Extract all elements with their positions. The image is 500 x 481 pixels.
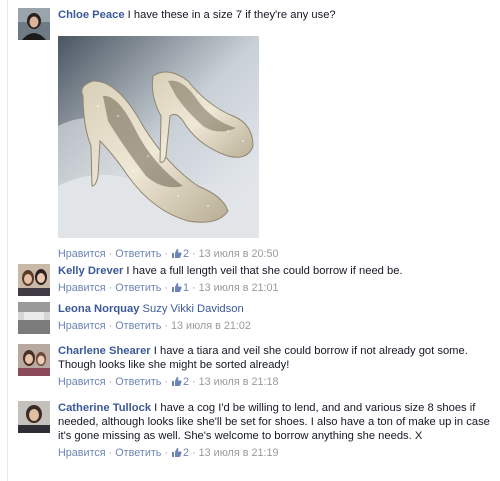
like-link[interactable]: Нравится — [58, 248, 106, 260]
thumbs-up-icon — [171, 282, 182, 298]
comment-message: I have a full length veil that she could… — [126, 265, 403, 277]
thumbs-up-icon — [171, 376, 182, 392]
reply-link[interactable]: Ответить — [115, 282, 161, 294]
like-count[interactable]: 2 — [171, 248, 189, 260]
comment: Leona Norquay Suzy Vikki Davidson Нравит… — [18, 302, 492, 334]
comment: Kelly Drever I have a full length veil t… — [18, 264, 492, 296]
reply-link[interactable]: Ответить — [115, 248, 161, 260]
avatar[interactable] — [18, 344, 50, 376]
separator-dot: · — [192, 447, 196, 459]
thumbs-up-icon — [171, 447, 182, 463]
comment-actions: Нравится · Ответить · 2 · 13 июля в 20:50 — [58, 246, 278, 264]
mention-link[interactable]: Suzy Vikki Davidson — [143, 303, 244, 315]
thumbs-up-icon — [171, 248, 182, 264]
timestamp[interactable]: 13 июля в 21:01 — [199, 282, 279, 294]
author-link[interactable]: Charlene Shearer — [58, 345, 151, 357]
timestamp[interactable]: 13 июля в 21:19 — [199, 447, 279, 459]
thread-rail — [7, 0, 8, 481]
separator-dot: · — [192, 282, 196, 294]
reply-link[interactable]: Ответить — [115, 376, 161, 388]
comment: Chloe Peace I have these in a size 7 if … — [18, 8, 492, 260]
author-link[interactable]: Kelly Drever — [58, 265, 123, 277]
separator-dot: · — [108, 282, 113, 294]
separator-dot: · — [108, 248, 113, 260]
comment-text: Catherine Tullock I have a cog I'd be wi… — [58, 401, 492, 443]
reply-link[interactable]: Ответить — [115, 447, 161, 459]
separator-dot: · — [164, 248, 169, 260]
author-link[interactable]: Leona Norquay — [58, 303, 139, 315]
comment-text: Charlene Shearer I have a tiara and veil… — [58, 344, 492, 372]
comment-actions: Нравится · Ответить · 2 · 13 июля в 21:18 — [58, 374, 492, 392]
separator-dot: · — [108, 320, 113, 332]
separator-dot: · — [164, 447, 169, 459]
like-link[interactable]: Нравится — [58, 320, 106, 332]
comment: Catherine Tullock I have a cog I'd be wi… — [18, 401, 492, 479]
avatar[interactable] — [18, 8, 50, 40]
attached-photo[interactable] — [58, 36, 259, 238]
comment-text: Leona Norquay Suzy Vikki Davidson — [58, 302, 492, 316]
like-link[interactable]: Нравится — [58, 282, 106, 294]
separator-dot: · — [108, 447, 113, 459]
timestamp[interactable]: 13 июля в 20:50 — [199, 248, 279, 260]
comment-actions: Нравится · Ответить · 2 · 13 июля в 21:19 — [58, 445, 492, 463]
like-count[interactable]: 2 — [171, 447, 189, 459]
like-link[interactable]: Нравится — [58, 447, 106, 459]
comment-actions: Нравится · Ответить · 13 июля в 21:02 — [58, 318, 492, 334]
separator-dot: · — [164, 282, 169, 294]
reply-link[interactable]: Ответить — [115, 320, 161, 332]
separator-dot: · — [108, 376, 113, 388]
comment: Charlene Shearer I have a tiara and veil… — [18, 344, 492, 392]
separator-dot: · — [164, 320, 169, 332]
like-link[interactable]: Нравится — [58, 376, 106, 388]
avatar[interactable] — [18, 401, 50, 433]
separator-dot: · — [192, 376, 196, 388]
author-link[interactable]: Catherine Tullock — [58, 402, 151, 414]
like-count[interactable]: 1 — [171, 282, 189, 294]
comment-actions: Нравится · Ответить · 1 · 13 июля в 21:01 — [58, 280, 492, 298]
avatar[interactable] — [18, 302, 50, 334]
comments-thread: Chloe Peace I have these in a size 7 if … — [0, 0, 500, 481]
comment-text: Kelly Drever I have a full length veil t… — [58, 264, 492, 278]
separator-dot: · — [192, 248, 196, 260]
timestamp[interactable]: 13 июля в 21:02 — [171, 320, 251, 332]
like-count[interactable]: 2 — [171, 376, 189, 388]
comment-message: I have these in a size 7 if they're any … — [127, 9, 336, 21]
author-link[interactable]: Chloe Peace — [58, 9, 125, 21]
comment-text: Chloe Peace I have these in a size 7 if … — [58, 8, 492, 22]
separator-dot: · — [164, 376, 169, 388]
timestamp[interactable]: 13 июля в 21:18 — [199, 376, 279, 388]
avatar[interactable] — [18, 264, 50, 296]
